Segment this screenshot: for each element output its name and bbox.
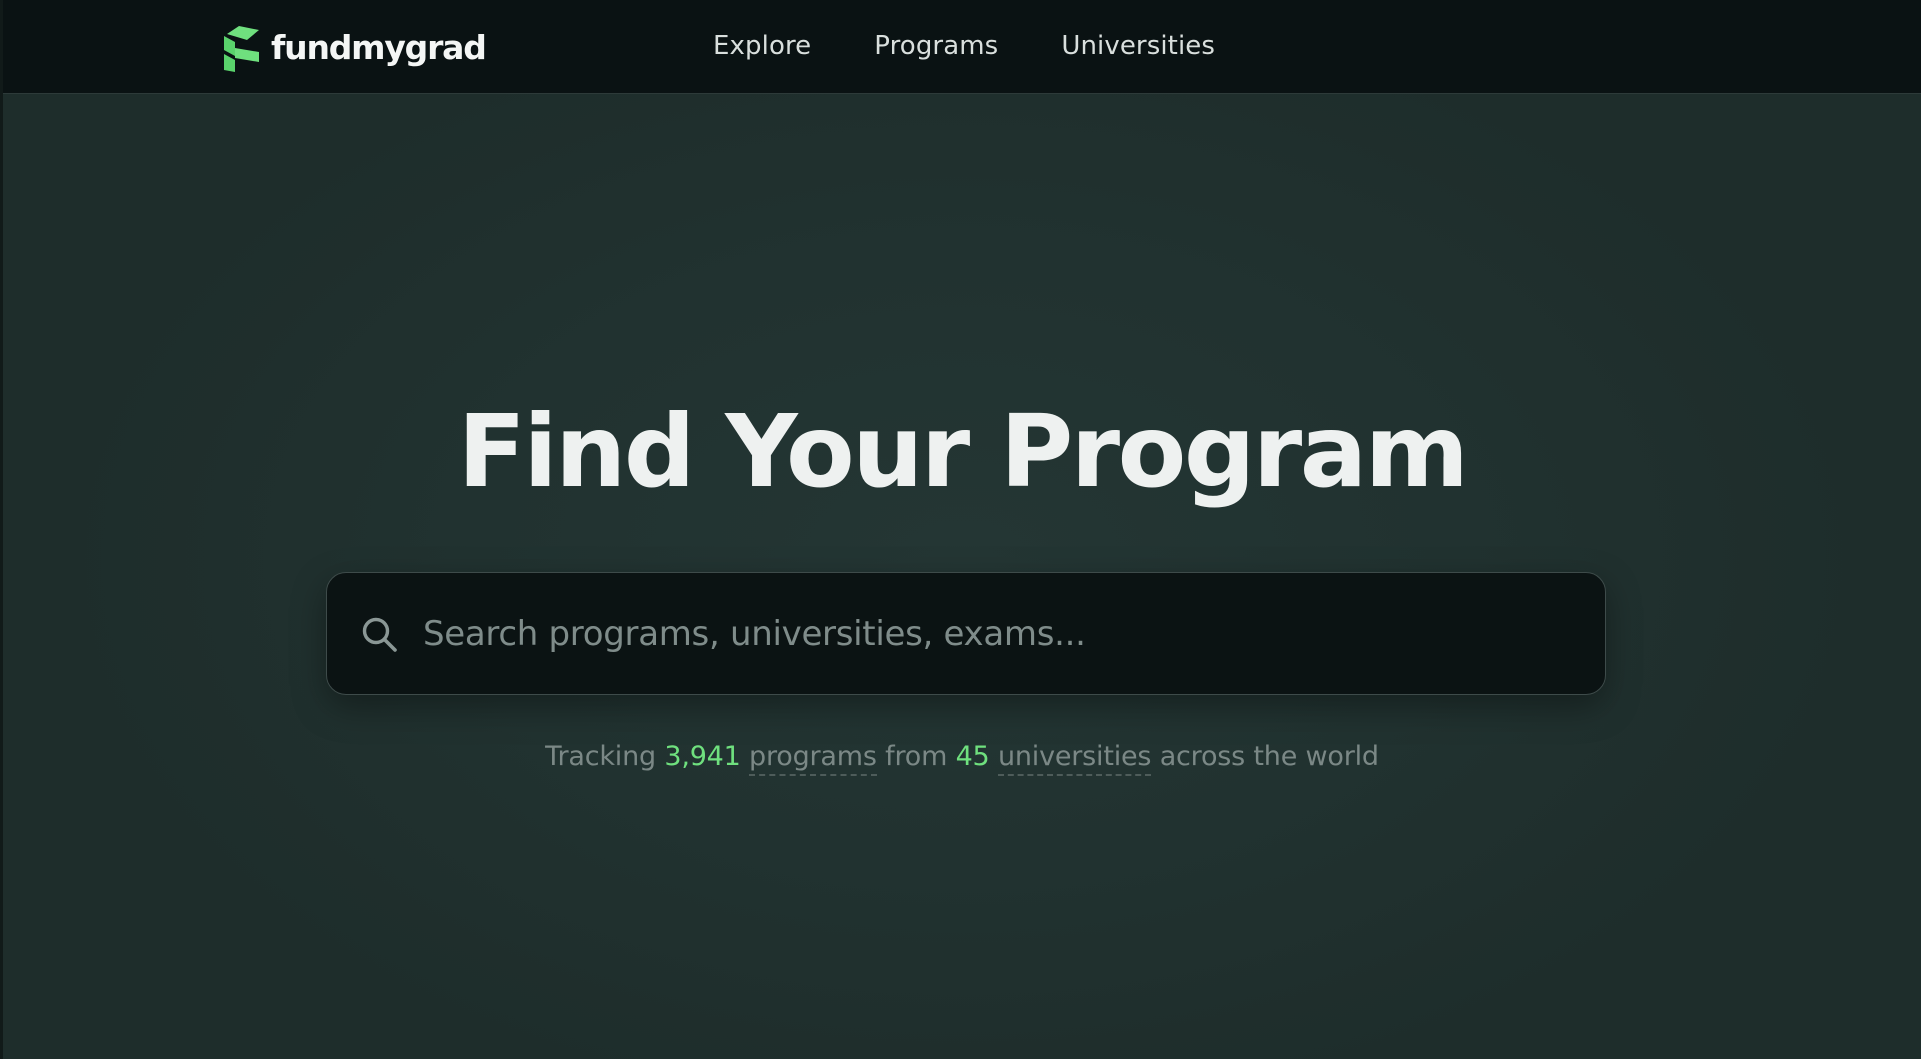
search-icon — [360, 615, 400, 655]
nav-link-programs[interactable]: Programs — [874, 28, 998, 64]
nav-link-explore[interactable]: Explore — [713, 28, 811, 64]
stats-prefix: Tracking — [545, 741, 656, 772]
stats-suffix: across the world — [1159, 741, 1379, 772]
page-title: Find Your Program — [457, 393, 1469, 510]
universities-link[interactable]: universities — [997, 741, 1151, 776]
search-input[interactable] — [423, 573, 1583, 694]
brand-logo-link[interactable]: fundmygrad — [221, 22, 487, 72]
stats-connector: from — [885, 741, 948, 772]
nav-link-universities[interactable]: Universities — [1061, 28, 1215, 64]
page: fundmygrad Explore Programs Universities… — [0, 0, 1921, 1059]
main-nav: Explore Programs Universities — [713, 28, 1215, 64]
top-navbar: fundmygrad Explore Programs Universities — [3, 0, 1921, 94]
brand-name: fundmygrad — [271, 27, 487, 67]
search-box[interactable] — [326, 572, 1606, 695]
program-count: 3,941 — [664, 741, 741, 772]
university-count: 45 — [955, 741, 990, 772]
tracking-stats: Tracking 3,941 programs from 45 universi… — [3, 738, 1921, 776]
fundmygrad-logo-icon — [221, 22, 259, 72]
programs-link[interactable]: programs — [749, 741, 877, 776]
